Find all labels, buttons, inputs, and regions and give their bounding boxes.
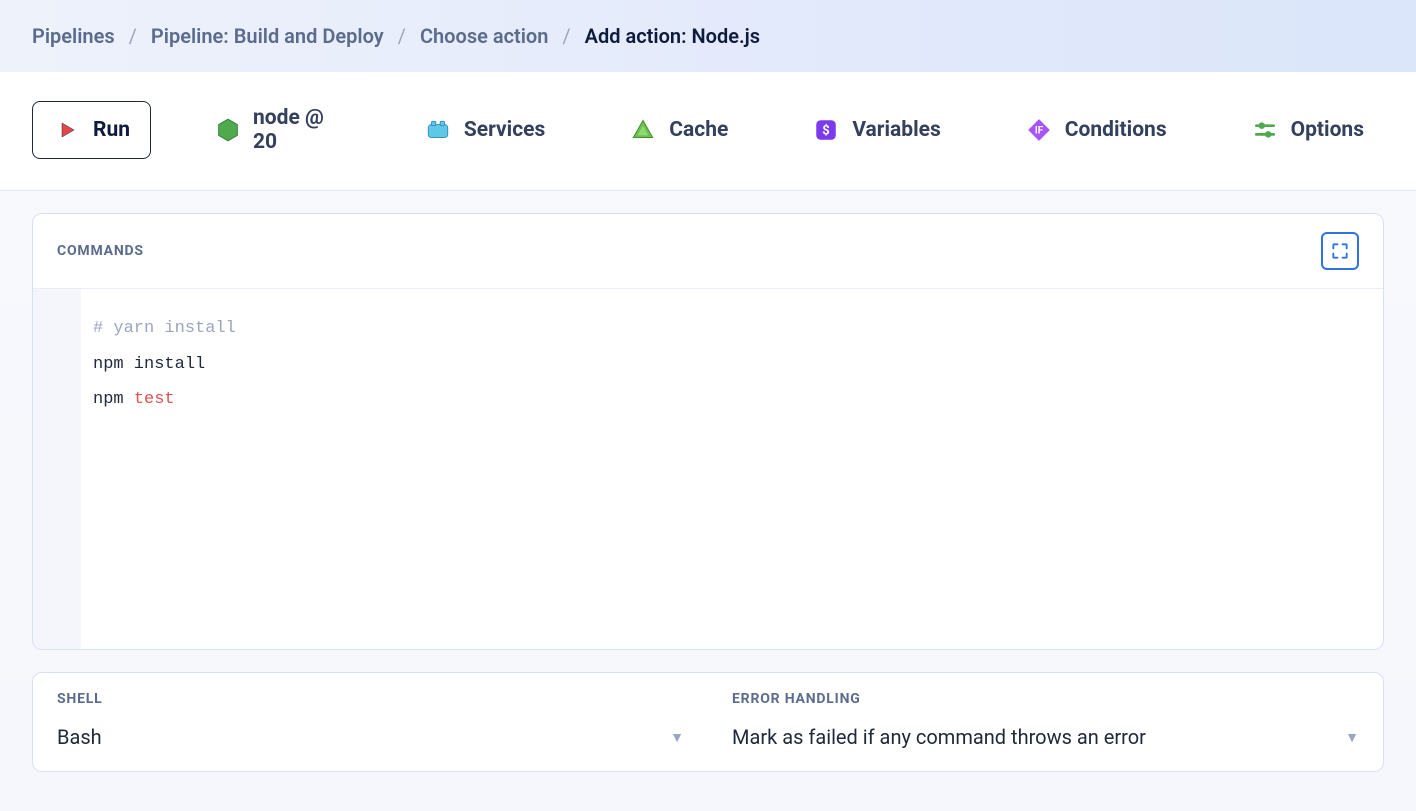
shell-value: Bash [57, 725, 102, 749]
tab-label: Options [1291, 118, 1364, 142]
breadcrumb-separator: / [562, 24, 570, 48]
node-icon [215, 116, 241, 144]
svg-text:$: $ [823, 123, 830, 138]
content-area: COMMANDS # yarn installnpm installnpm te… [0, 191, 1416, 794]
error-handling-field: ERROR HANDLING Mark as failed if any com… [708, 673, 1383, 771]
tab-node[interactable]: node @ 20 [195, 92, 360, 168]
code-content: # yarn installnpm installnpm test [81, 289, 248, 649]
cache-icon [629, 116, 657, 144]
expand-icon [1330, 241, 1350, 261]
tab-conditions[interactable]: IF Conditions [1005, 102, 1187, 158]
commands-panel: COMMANDS # yarn installnpm installnpm te… [32, 213, 1384, 650]
breadcrumb-item-choose-action[interactable]: Choose action [420, 24, 548, 48]
chevron-down-icon: ▼ [670, 729, 684, 746]
chevron-down-icon: ▼ [1345, 729, 1359, 746]
tab-label: Services [464, 118, 545, 142]
shell-select[interactable]: Bash ▼ [57, 725, 684, 749]
shell-field: SHELL Bash ▼ [33, 673, 708, 771]
svg-text:IF: IF [1035, 125, 1044, 136]
code-gutter [33, 289, 81, 649]
commands-title: COMMANDS [57, 243, 144, 259]
shell-label: SHELL [57, 691, 684, 707]
tab-label: Variables [852, 118, 940, 142]
commands-panel-header: COMMANDS [33, 214, 1383, 289]
services-icon [424, 116, 452, 144]
breadcrumb-separator: / [129, 24, 137, 48]
tab-run[interactable]: Run [32, 101, 151, 159]
tab-options[interactable]: Options [1231, 102, 1384, 158]
breadcrumb-item-pipelines[interactable]: Pipelines [32, 24, 115, 48]
tab-label: Run [93, 118, 130, 142]
breadcrumb-item-current: Add action: Node.js [585, 24, 760, 48]
breadcrumb-separator: / [398, 24, 406, 48]
tab-label: Conditions [1065, 118, 1167, 142]
tab-label: Cache [669, 118, 728, 142]
tab-services[interactable]: Services [404, 102, 565, 158]
options-icon [1251, 116, 1279, 144]
code-editor[interactable]: # yarn installnpm installnpm test [33, 289, 1383, 649]
variables-icon: $ [812, 116, 840, 144]
tab-label: node @ 20 [253, 106, 340, 154]
tab-variables[interactable]: $ Variables [792, 102, 960, 158]
error-handling-label: ERROR HANDLING [732, 691, 1359, 707]
tab-bar: Run node @ 20 Services Cache $ Variables… [0, 72, 1416, 191]
error-handling-select[interactable]: Mark as failed if any command throws an … [732, 725, 1359, 749]
breadcrumb-item-pipeline[interactable]: Pipeline: Build and Deploy [151, 24, 384, 48]
tab-cache[interactable]: Cache [609, 102, 748, 158]
settings-panel: SHELL Bash ▼ ERROR HANDLING Mark as fail… [32, 672, 1384, 772]
conditions-icon: IF [1025, 116, 1053, 144]
expand-button[interactable] [1321, 232, 1359, 270]
error-handling-value: Mark as failed if any command throws an … [732, 725, 1146, 749]
breadcrumb: Pipelines / Pipeline: Build and Deploy /… [0, 0, 1416, 72]
play-icon [53, 116, 81, 144]
